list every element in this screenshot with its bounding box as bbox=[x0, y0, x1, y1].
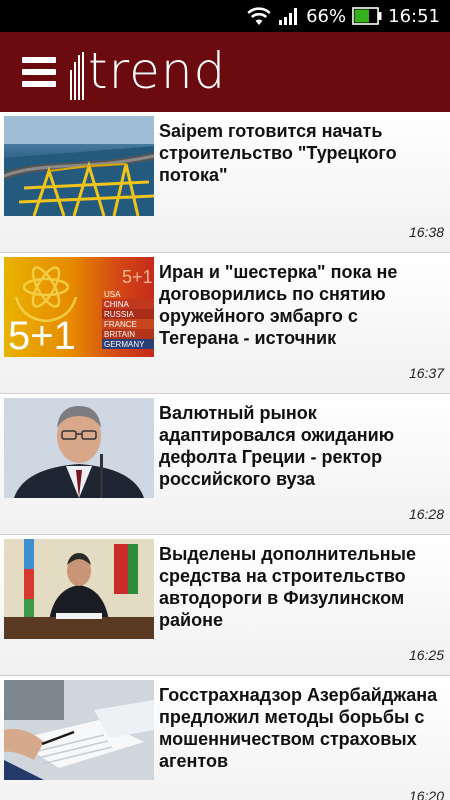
country-label: BRITAIN bbox=[104, 330, 135, 339]
country-label: USA bbox=[104, 290, 121, 299]
thumb-small-text: 5+1 bbox=[122, 267, 153, 287]
documents-signing-photo bbox=[4, 680, 154, 780]
status-bar: 66% 16:51 bbox=[0, 0, 450, 32]
news-item[interactable]: Госстрахнадзор Азербайджана предложил ме… bbox=[0, 676, 450, 800]
news-time: 16:38 bbox=[408, 224, 444, 240]
trend-logo[interactable]: trend bbox=[70, 44, 226, 100]
news-headline: Выделены дополнительные средства на стро… bbox=[159, 544, 417, 630]
iaea-5-plus-1-graphic: 5+1 5+1 USA CHINA RUSSIA FRANCE BRITAIN … bbox=[4, 257, 154, 357]
news-time: 16:25 bbox=[408, 647, 444, 663]
news-headline: Госстрахнадзор Азербайджана предложил ме… bbox=[159, 685, 438, 771]
country-label: FRANCE bbox=[104, 320, 137, 329]
country-label: CHINA bbox=[104, 300, 130, 309]
country-label: RUSSIA bbox=[104, 310, 134, 319]
thumb-big-text: 5+1 bbox=[8, 314, 76, 357]
wifi-icon bbox=[246, 6, 272, 26]
cell-signal-icon bbox=[278, 6, 300, 26]
news-item[interactable]: Выделены дополнительные средства на стро… bbox=[0, 535, 450, 676]
status-time: 16:51 bbox=[388, 5, 440, 27]
battery-percent: 66% bbox=[306, 5, 347, 27]
logo-bars-icon bbox=[70, 52, 84, 100]
news-item[interactable]: Saipem готовится начать строительство "Т… bbox=[0, 112, 450, 253]
country-label: GERMANY bbox=[104, 340, 145, 349]
news-headline: Иран и "шестерка" пока не договорились п… bbox=[159, 262, 398, 348]
logo-text: trend bbox=[88, 42, 227, 100]
news-headline: Валютный рынок адаптировался ожиданию де… bbox=[159, 403, 395, 489]
battery-charging-icon bbox=[352, 7, 382, 25]
pipeline-construction-photo bbox=[4, 116, 154, 216]
news-item[interactable]: 5+1 5+1 USA CHINA RUSSIA FRANCE BRITAIN … bbox=[0, 253, 450, 394]
news-item[interactable]: Валютный рынок адаптировался ожиданию де… bbox=[0, 394, 450, 535]
news-headline: Saipem готовится начать строительство "Т… bbox=[159, 121, 397, 185]
news-feed[interactable]: Saipem готовится начать строительство "Т… bbox=[0, 112, 450, 800]
news-time: 16:20 bbox=[408, 788, 444, 800]
hamburger-menu-icon[interactable] bbox=[22, 57, 56, 87]
news-time: 16:37 bbox=[408, 365, 444, 381]
president-at-desk-photo bbox=[4, 539, 154, 639]
news-time: 16:28 bbox=[408, 506, 444, 522]
app-bar: trend bbox=[0, 32, 450, 112]
man-portrait-photo bbox=[4, 398, 154, 498]
